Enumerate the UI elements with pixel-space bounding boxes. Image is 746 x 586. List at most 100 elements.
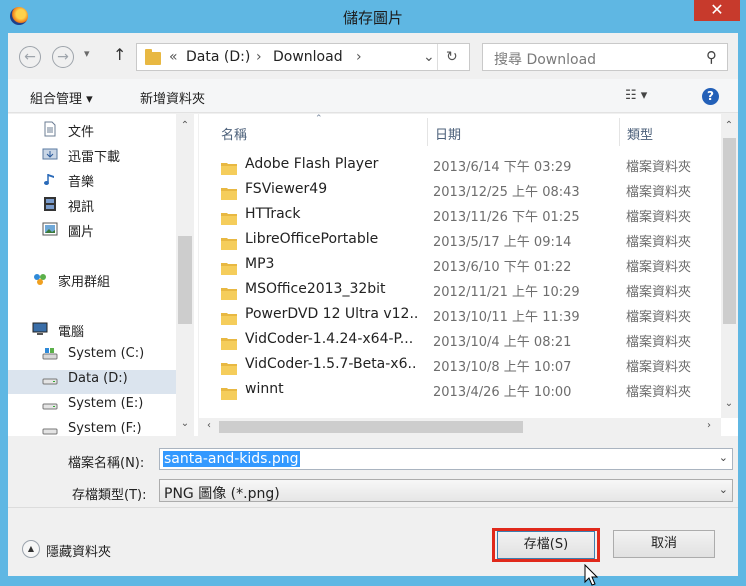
folder-icon: [221, 363, 237, 375]
breadcrumb-download[interactable]: Download: [273, 49, 343, 65]
drive-icon: [42, 403, 58, 410]
up-button[interactable]: ↑: [113, 45, 126, 64]
title-bar[interactable]: 儲存圖片 ✕: [0, 0, 746, 33]
file-date: 2013/5/17 上午 09:14: [433, 235, 572, 250]
file-type: 檔案資料夾: [626, 335, 692, 350]
filetype-dropdown-icon[interactable]: ⌄: [719, 483, 728, 496]
help-icon[interactable]: ?: [702, 88, 719, 105]
close-button[interactable]: ✕: [694, 0, 740, 21]
folder-icon: [221, 188, 237, 200]
column-divider[interactable]: [427, 118, 428, 146]
file-row[interactable]: HTTrack 2013/11/26 下午 01:25 檔案資料夾: [221, 203, 719, 228]
file-row[interactable]: MSOffice2013_32bit 2012/11/21 上午 10:29 檔案資…: [221, 278, 719, 303]
video-icon: [44, 197, 56, 211]
filename-field[interactable]: santa-and-kids.png ⌄: [159, 448, 733, 470]
refresh-icon[interactable]: ↻: [446, 49, 458, 65]
cancel-button[interactable]: 取消: [613, 530, 715, 558]
file-row[interactable]: FSViewer49 2013/12/25 上午 08:43 檔案資料夾: [221, 178, 719, 203]
file-date: 2013/6/10 下午 01:22: [433, 260, 572, 275]
address-dropdown-icon[interactable]: ⌄: [423, 49, 435, 65]
file-row[interactable]: MP3 2013/6/10 下午 01:22 檔案資料夾: [221, 253, 719, 278]
nav-item-label: System (C:): [68, 346, 145, 361]
drive-icon: [42, 428, 58, 435]
file-list: 名稱 ⌃ 日期 類型 Adobe Flash Player 2013/6/14 下…: [199, 114, 738, 436]
scroll-up-arrow[interactable]: ⌃: [721, 120, 737, 131]
window-title: 儲存圖片: [342, 9, 403, 27]
scroll-down-arrow[interactable]: ⌄: [721, 398, 737, 409]
organize-menu[interactable]: 組合管理 ▾: [30, 88, 93, 107]
forward-button[interactable]: →: [52, 46, 74, 68]
back-button[interactable]: ←: [19, 46, 41, 68]
search-icon[interactable]: ⚲: [706, 48, 717, 66]
file-name: MP3: [245, 256, 275, 272]
nav-item-label: 文件: [68, 125, 95, 140]
file-date: 2013/10/11 上午 11:39: [433, 310, 580, 325]
file-type: 檔案資料夾: [626, 185, 692, 200]
search-input[interactable]: 搜尋 Download: [494, 49, 596, 69]
save-button[interactable]: 存檔(S): [497, 531, 595, 559]
drive-icon: [42, 378, 58, 385]
view-options-icon[interactable]: ☷ ▾: [625, 88, 647, 103]
file-date: 2013/4/26 上午 10:00: [433, 385, 572, 400]
file-name: MSOffice2013_32bit: [245, 281, 386, 297]
file-row[interactable]: LibreOfficePortable 2013/5/17 上午 09:14 檔案資…: [221, 228, 719, 253]
scroll-left-arrow[interactable]: ‹: [201, 420, 217, 431]
file-name: PowerDVD 12 Ultra v12....: [245, 306, 417, 322]
scroll-thumb[interactable]: [219, 421, 523, 433]
recent-locations-button[interactable]: ▾: [84, 47, 90, 60]
breadcrumb-separator[interactable]: ›: [256, 49, 262, 65]
folder-icon: [221, 213, 237, 225]
address-bar[interactable]: « Data (D:) › Download › ⌄ ↻: [136, 43, 470, 71]
scroll-right-arrow[interactable]: ›: [701, 420, 717, 431]
navpane-scrollbar[interactable]: ⌃ ⌄: [176, 114, 194, 436]
command-toolbar: 組合管理 ▾ 新增資料夾 ☷ ▾ ?: [8, 79, 738, 113]
filetype-select[interactable]: PNG 圖像 (*.png) ⌄: [159, 479, 733, 502]
file-date: 2013/6/14 下午 03:29: [433, 160, 572, 175]
document-icon: [44, 121, 56, 137]
folder-icon: [145, 49, 161, 65]
search-box[interactable]: 搜尋 Download ⚲: [482, 43, 728, 71]
filename-dropdown-icon[interactable]: ⌄: [719, 451, 728, 464]
sort-ascending-icon: ⌃: [315, 114, 323, 124]
file-type: 檔案資料夾: [626, 285, 692, 300]
column-header-date[interactable]: 日期: [435, 124, 461, 143]
filelist-horizontal-scrollbar[interactable]: ‹ ›: [199, 418, 721, 436]
scroll-thumb[interactable]: [723, 138, 736, 324]
homegroup-icon: [34, 274, 46, 285]
nav-item-label: 家用群組: [58, 275, 111, 290]
file-row[interactable]: Adobe Flash Player 2013/6/14 下午 03:29 檔案資料…: [221, 153, 719, 178]
filelist-vertical-scrollbar[interactable]: ⌃ ⌄: [721, 114, 738, 418]
new-folder-button[interactable]: 新增資料夾: [140, 88, 205, 107]
file-name: VidCoder-1.5.7-Beta-x6...: [245, 356, 417, 372]
drive-icon: [42, 348, 58, 360]
breadcrumb-overflow[interactable]: «: [169, 49, 178, 65]
file-date: 2013/12/25 上午 08:43: [433, 185, 580, 200]
column-header-name[interactable]: 名稱: [221, 124, 247, 143]
file-type: 檔案資料夾: [626, 385, 692, 400]
folder-icon: [221, 263, 237, 275]
hide-folders-button[interactable]: 隱藏資料夾: [46, 541, 111, 560]
save-button-highlight: 存檔(S): [492, 528, 600, 562]
file-date: 2013/10/8 上午 10:07: [433, 360, 572, 375]
filetype-selected-value: PNG 圖像 (*.png): [164, 486, 280, 502]
scroll-up-arrow[interactable]: ⌃: [177, 120, 193, 131]
breadcrumb-data-drive[interactable]: Data (D:): [186, 49, 250, 65]
column-divider[interactable]: [619, 118, 620, 146]
file-row[interactable]: PowerDVD 12 Ultra v12.... 2013/10/11 上午 1…: [221, 303, 719, 328]
file-row[interactable]: winnt 2013/4/26 上午 10:00 檔案資料夾: [221, 378, 719, 403]
breadcrumb-separator[interactable]: ›: [356, 49, 362, 65]
folder-icon: [221, 338, 237, 350]
column-header-type[interactable]: 類型: [627, 124, 653, 143]
nav-item-label: 迅雷下載: [68, 150, 121, 165]
file-type: 檔案資料夾: [626, 160, 692, 175]
collapse-folders-icon[interactable]: ▲: [22, 540, 40, 558]
scroll-thumb[interactable]: [178, 236, 192, 324]
scroll-down-arrow[interactable]: ⌄: [177, 418, 193, 429]
dialog-body: ← → ▾ ↑ « Data (D:) › Download › ⌄ ↻ 搜尋 …: [8, 33, 738, 586]
file-row[interactable]: VidCoder-1.5.7-Beta-x6... 2013/10/8 上午 10…: [221, 353, 719, 378]
file-date: 2012/11/21 上午 10:29: [433, 285, 580, 300]
nav-item-label: System (F:): [68, 421, 142, 436]
file-row[interactable]: VidCoder-1.4.24-x64-P... 2013/10/4 上午 08:…: [221, 328, 719, 353]
filename-input[interactable]: santa-and-kids.png: [163, 451, 300, 467]
file-type: 檔案資料夾: [626, 235, 692, 250]
